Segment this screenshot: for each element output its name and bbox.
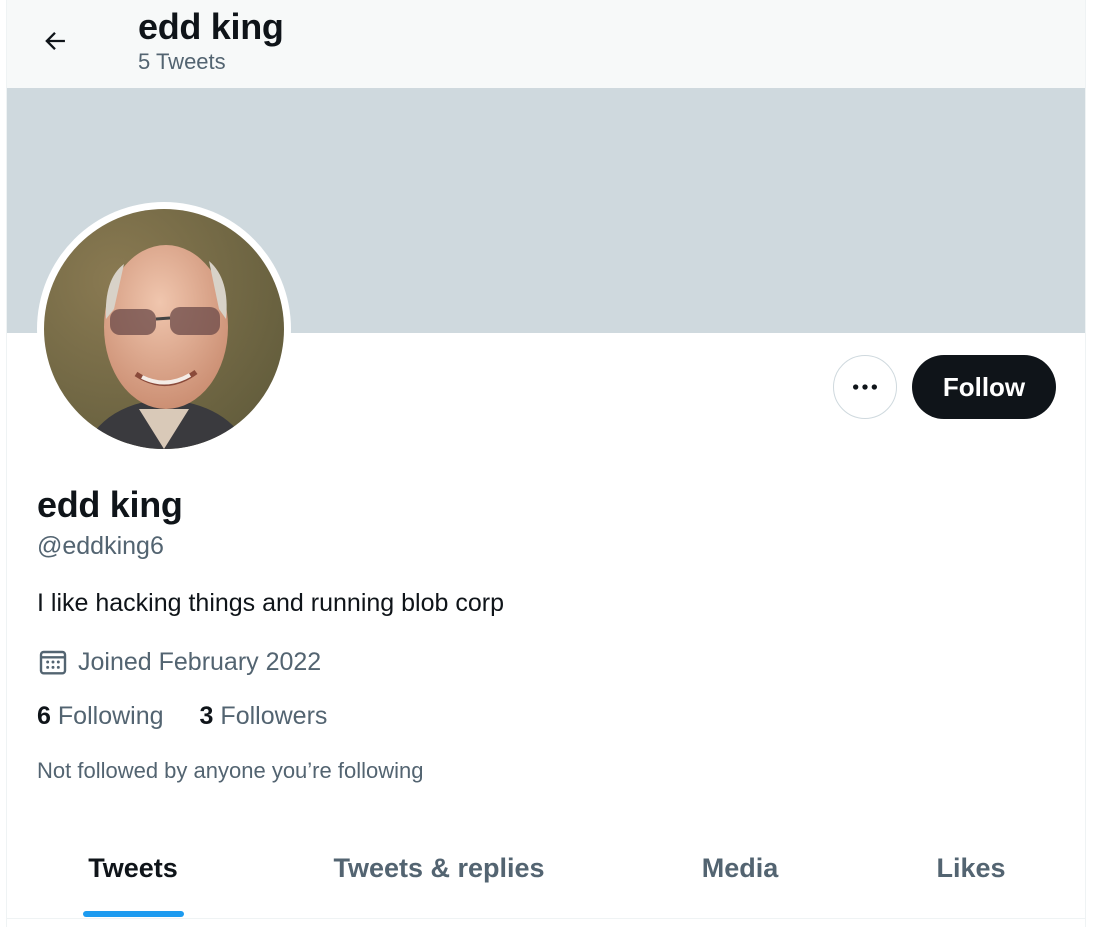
follow-stats: 6 Following 3 Followers — [37, 702, 327, 731]
follow-button[interactable]: Follow — [912, 355, 1056, 419]
tab-label: Tweets — [88, 853, 178, 883]
more-button[interactable] — [833, 355, 897, 419]
tab-tweets-replies[interactable]: Tweets & replies — [303, 820, 575, 917]
tab-label: Tweets & replies — [333, 853, 545, 883]
followers-count: 3 — [199, 702, 214, 730]
tab-tweets[interactable]: Tweets — [33, 820, 233, 917]
followers-link[interactable]: 3 Followers — [200, 702, 328, 731]
profile-page: edd king 5 Tweets Follow edd king @eddki… — [6, 0, 1086, 927]
user-handle: @eddking6 — [37, 532, 164, 560]
more-horizontal-icon — [853, 384, 877, 390]
header-title: edd king — [138, 6, 284, 47]
tab-media[interactable]: Media — [647, 820, 833, 917]
tab-likes[interactable]: Likes — [887, 820, 1055, 917]
arrow-left-icon — [45, 32, 65, 50]
tab-label: Likes — [936, 853, 1006, 883]
following-label: Following — [57, 702, 164, 730]
avatar[interactable] — [37, 202, 291, 456]
avatar-photo — [44, 209, 284, 449]
following-count: 6 — [37, 702, 51, 730]
following-link[interactable]: 6 Following — [37, 702, 164, 731]
header-tweet-count: 5 Tweets — [138, 49, 226, 74]
user-bio: I like hacking things and running blob c… — [37, 589, 504, 617]
followers-label: Followers — [220, 702, 328, 730]
calendar-icon — [39, 650, 67, 675]
join-date-text: Joined February 2022 — [78, 647, 322, 676]
active-tab-indicator — [82, 911, 184, 917]
tab-label: Media — [701, 853, 779, 883]
back-button[interactable] — [34, 20, 76, 62]
profile-header: edd king 5 Tweets — [7, 0, 1085, 88]
display-name: edd king — [37, 484, 183, 525]
profile-tabs: Tweets Tweets & replies Media Likes — [7, 820, 1085, 919]
join-date: Joined February 2022 — [37, 646, 321, 678]
mutual-followers-note: Not followed by anyone you’re following — [37, 758, 424, 783]
